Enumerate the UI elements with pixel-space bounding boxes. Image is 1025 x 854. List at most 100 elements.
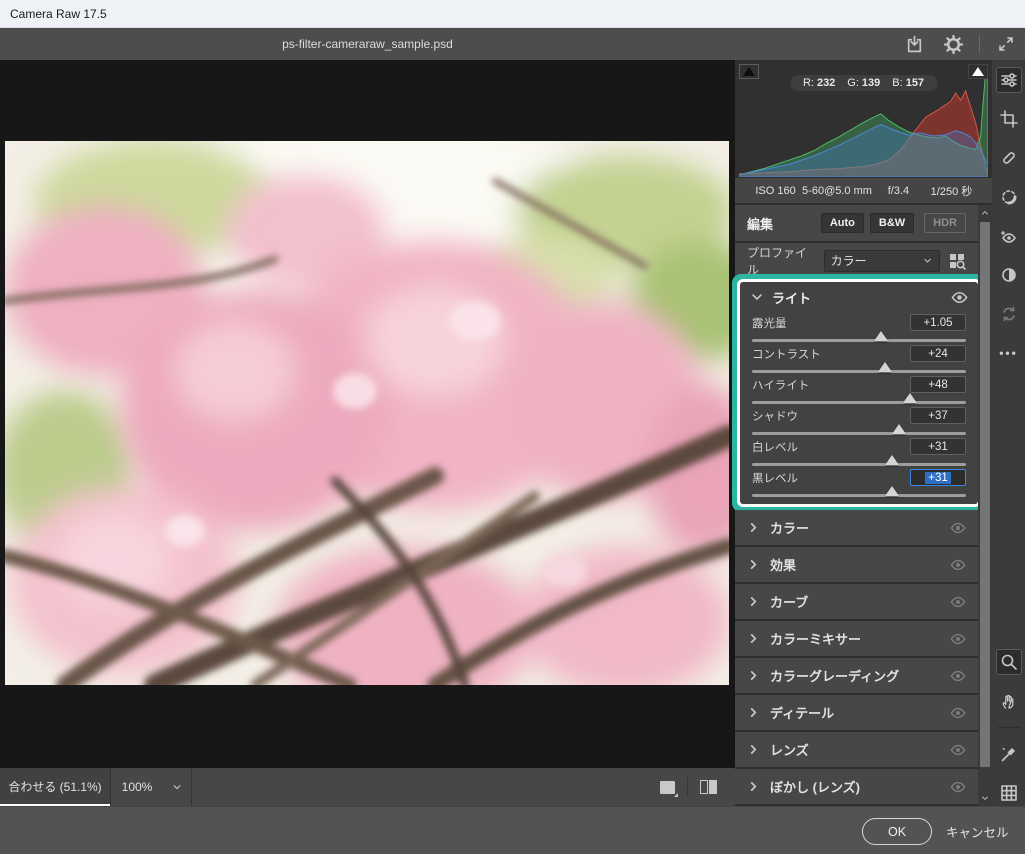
highlight-clipping-indicator[interactable]	[968, 64, 988, 79]
exif-shutter: 1/250 秒	[925, 183, 978, 199]
highlights-value-field[interactable]: +48	[910, 376, 966, 393]
panel-scrollbar[interactable]	[978, 205, 992, 806]
photo-cherry-blossoms	[5, 141, 729, 685]
rgb-readout: R:232 G:139 B:157	[790, 75, 937, 91]
chevron-right-icon	[747, 558, 760, 571]
fullscreen-toggle-icon[interactable]	[993, 31, 1019, 57]
light-panel: ライト 露光量 +1.05 コントラスト +24 ハイライト +48	[740, 282, 978, 504]
panel-color-mixer[interactable]: カラーミキサー	[735, 621, 978, 656]
shadows-slider[interactable]	[752, 432, 966, 435]
settings-gear-icon[interactable]	[940, 31, 966, 57]
presets-icon[interactable]	[996, 262, 1022, 288]
panel-lens[interactable]: レンズ	[735, 732, 978, 767]
scroll-up-icon[interactable]	[980, 205, 990, 220]
profile-row: プロファイル カラー	[735, 243, 978, 278]
zoom-level-dropdown-icon[interactable]	[163, 768, 191, 806]
dialog-footer: OK キャンセル	[0, 806, 1025, 854]
profile-label: プロファイル	[747, 244, 812, 278]
slider-thumb[interactable]	[885, 486, 899, 496]
blacks-slider[interactable]	[752, 494, 966, 497]
panel-effects[interactable]: 効果	[735, 547, 978, 582]
export-icon[interactable]	[901, 31, 927, 57]
chevron-right-icon	[747, 595, 760, 608]
contrast-slider[interactable]	[752, 370, 966, 373]
before-after-view-icon[interactable]	[700, 780, 717, 794]
eye-icon[interactable]	[950, 705, 966, 721]
edit-title: 編集	[747, 214, 773, 233]
crop-tool-icon[interactable]	[996, 106, 1022, 132]
more-options-icon[interactable]: •••	[996, 340, 1022, 366]
slider-blacks: 黒レベル +31	[752, 469, 966, 500]
eye-icon[interactable]	[950, 742, 966, 758]
light-panel-header[interactable]: ライト	[740, 282, 978, 312]
exposure-value-field[interactable]: +1.05	[910, 314, 966, 331]
shadow-clipping-indicator[interactable]	[739, 64, 759, 79]
highlights-slider[interactable]	[752, 401, 966, 404]
slider-exposure: 露光量 +1.05	[752, 314, 966, 345]
panel-lens-blur[interactable]: ぼかし (レンズ)	[735, 769, 978, 804]
eye-icon[interactable]	[951, 289, 968, 306]
panel-color[interactable]: カラー	[735, 510, 978, 545]
contrast-value-field[interactable]: +24	[910, 345, 966, 362]
bw-button[interactable]: B&W	[870, 213, 914, 233]
fit-to-view-label: 合わせる (51.1%)	[8, 778, 101, 795]
blacks-value-field[interactable]: +31	[910, 469, 966, 486]
fit-to-view-tab[interactable]: 合わせる (51.1%)	[0, 768, 110, 806]
hand-tool-icon[interactable]	[996, 688, 1022, 714]
app-header: ps-filter-cameraraw_sample.psd	[0, 28, 1025, 60]
exif-iso: ISO 160	[749, 185, 802, 197]
slider-thumb[interactable]	[892, 424, 906, 434]
red-eye-tool-icon[interactable]	[996, 223, 1022, 249]
slider-contrast: コントラスト +24	[752, 345, 966, 376]
healing-tool-icon[interactable]	[996, 145, 1022, 171]
shadows-value-field[interactable]: +37	[910, 407, 966, 424]
eye-icon[interactable]	[950, 520, 966, 536]
auto-button[interactable]: Auto	[821, 213, 864, 233]
grid-overlay-icon[interactable]	[996, 780, 1022, 806]
tool-strip-separator	[998, 727, 1020, 728]
slider-thumb[interactable]	[874, 331, 888, 341]
panel-curve[interactable]: カーブ	[735, 584, 978, 619]
exposure-slider[interactable]	[752, 339, 966, 342]
zoom-tool-icon[interactable]	[996, 649, 1022, 675]
histogram[interactable]: R:232 G:139 B:157	[735, 60, 992, 178]
slider-whites: 白レベル +31	[752, 438, 966, 469]
whites-slider[interactable]	[752, 463, 966, 466]
panel-color-grading[interactable]: カラーグレーディング	[735, 658, 978, 693]
chevron-down-icon	[922, 255, 933, 266]
zoom-level-value[interactable]: 100%	[111, 768, 163, 806]
whites-value-field[interactable]: +31	[910, 438, 966, 455]
image-preview-area[interactable]	[0, 60, 735, 768]
eye-icon[interactable]	[950, 631, 966, 647]
profile-browser-icon[interactable]	[948, 252, 966, 270]
slider-thumb[interactable]	[878, 362, 892, 372]
eye-icon[interactable]	[950, 594, 966, 610]
masking-tool-icon[interactable]	[996, 184, 1022, 210]
slider-thumb[interactable]	[903, 393, 917, 403]
eye-icon[interactable]	[950, 779, 966, 795]
ok-button[interactable]: OK	[862, 818, 932, 845]
collapsed-panel-list: カラー 効果 カーブ カラーミキサー カラーグレーディング ディテール	[735, 510, 978, 806]
edit-tool-icon[interactable]	[996, 67, 1022, 93]
slider-thumb[interactable]	[885, 455, 899, 465]
hdr-button[interactable]: HDR	[924, 213, 966, 233]
eye-icon[interactable]	[950, 557, 966, 573]
profile-select[interactable]: カラー	[824, 250, 940, 272]
snapshots-sync-icon[interactable]	[996, 301, 1022, 327]
eye-icon[interactable]	[950, 668, 966, 684]
header-separator	[979, 35, 980, 53]
chevron-right-icon	[747, 743, 760, 756]
chevron-down-icon	[750, 290, 764, 304]
edit-header-row: 編集 Auto B&W HDR	[735, 205, 978, 241]
white-balance-eyedropper-icon[interactable]	[996, 741, 1022, 767]
panel-detail[interactable]: ディテール	[735, 695, 978, 730]
scrollbar-thumb[interactable]	[980, 222, 990, 767]
tool-strip: •••	[992, 60, 1025, 806]
slider-shadows: シャドウ +37	[752, 407, 966, 438]
scroll-down-icon[interactable]	[978, 790, 992, 805]
chevron-right-icon	[747, 706, 760, 719]
zoombar-separator	[687, 777, 688, 797]
exif-info-bar: ISO 160 5-60@5.0 mm f/3.4 1/250 秒	[735, 178, 992, 203]
preview-mode-icon[interactable]	[660, 781, 675, 794]
cancel-button[interactable]: キャンセル	[946, 818, 1009, 845]
